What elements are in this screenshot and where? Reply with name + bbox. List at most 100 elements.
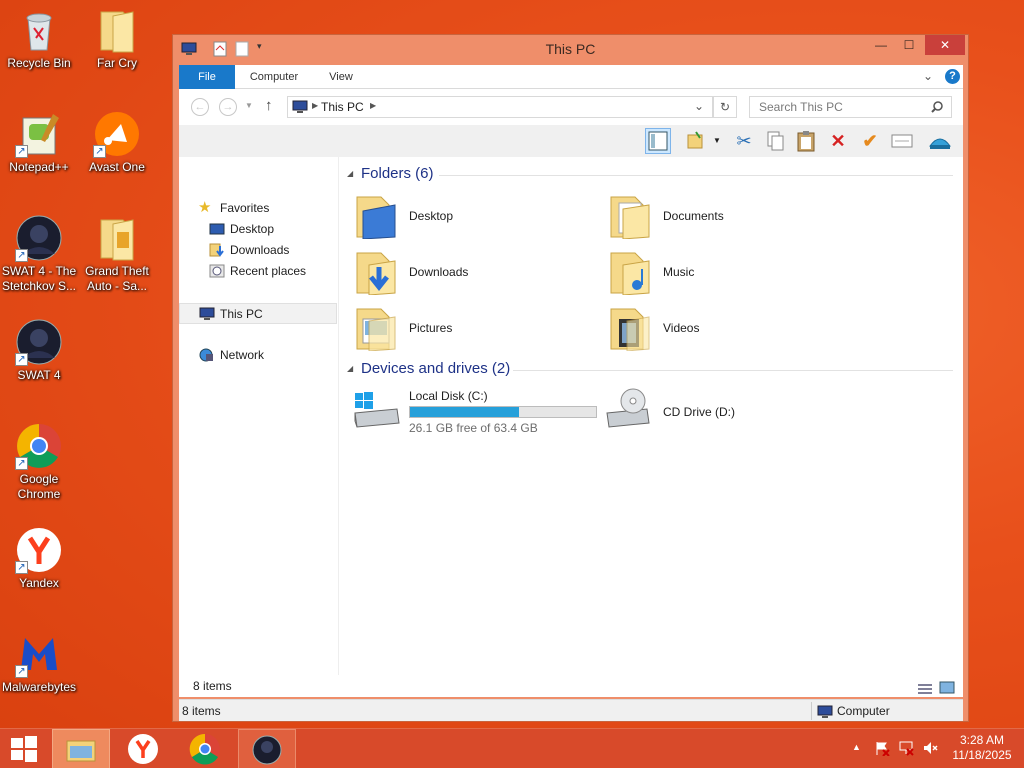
- desktop-icon-malwarebytes[interactable]: ↗ Malwarebytes: [0, 630, 78, 695]
- desktop-icon-label: Google Chrome: [17, 472, 61, 501]
- show-hidden-icons-icon[interactable]: ▲: [852, 742, 861, 752]
- shortcut-arrow-icon: ↗: [15, 353, 28, 366]
- desktop-icon-label: Avast One: [89, 160, 145, 174]
- devices-group-header[interactable]: ◢ Devices and drives (2): [339, 360, 959, 380]
- recent-locations-icon[interactable]: ▼: [245, 101, 253, 110]
- nav-item-label: Recent places: [230, 264, 307, 278]
- tab-computer[interactable]: Computer: [241, 65, 307, 89]
- folder-item-pictures[interactable]: Pictures: [345, 303, 585, 353]
- large-icons-view-icon[interactable]: [939, 679, 955, 701]
- desktop-icon-recycle-bin[interactable]: Recycle Bin: [0, 6, 78, 71]
- desktop-icon-swat4-stetchkov[interactable]: ↗ SWAT 4 - The Stetchkov S...: [0, 214, 78, 294]
- tab-view[interactable]: View: [313, 65, 369, 89]
- file-explorer-icon: [66, 740, 96, 762]
- desktop-icon-swat4[interactable]: ↗ SWAT 4: [0, 318, 78, 383]
- taskbar-swat4[interactable]: [238, 729, 296, 768]
- desktop-icon-label: SWAT 4: [17, 368, 61, 382]
- folder-item-music[interactable]: Music: [599, 247, 839, 297]
- drive-label: CD Drive (D:): [663, 405, 735, 419]
- breadcrumb-separator-icon[interactable]: ▶: [370, 101, 376, 110]
- folder-label: Music: [663, 265, 695, 279]
- folder-item-downloads[interactable]: Downloads: [345, 247, 585, 297]
- desktop-icon-avast-one[interactable]: ↗ Avast One: [78, 110, 156, 175]
- copy-icon[interactable]: [763, 128, 789, 154]
- drive-item-cd-drive-d[interactable]: CD Drive (D:): [599, 385, 839, 435]
- drive-item-local-disk-c[interactable]: Local Disk (C:) 26.1 GB free of 63.4 GB: [345, 385, 605, 435]
- taskbar: ▲ 3:28 AM 11/18/2025: [0, 728, 1024, 768]
- chevron-down-icon[interactable]: ▼: [713, 136, 721, 145]
- computer-small-icon: [817, 704, 833, 726]
- chevron-down-icon[interactable]: ⌄: [923, 69, 933, 83]
- shortcut-arrow-icon: ↗: [15, 665, 28, 678]
- help-icon[interactable]: ?: [945, 69, 960, 84]
- folder-label: Desktop: [409, 209, 454, 223]
- explorer-window: ▾ This PC — ☐ ✕ File Computer View ⌄ ? ←…: [172, 34, 969, 722]
- title-bar[interactable]: ▾ This PC — ☐ ✕: [173, 35, 968, 64]
- desktop-icon-google-chrome[interactable]: ↗ Google Chrome: [0, 422, 78, 502]
- avast-icon: ↗: [93, 110, 141, 158]
- recent-places-icon: [209, 264, 225, 278]
- folder-item-desktop[interactable]: Desktop: [345, 191, 585, 241]
- drive-usage-fill: [410, 407, 520, 417]
- checkmark-icon[interactable]: ✔: [857, 128, 883, 154]
- back-button[interactable]: ←: [191, 98, 209, 116]
- desktop-icon-label: SWAT 4 - The Stetchkov S...: [1, 264, 77, 293]
- shortcut-arrow-icon: ↗: [15, 561, 28, 574]
- forward-button[interactable]: →: [219, 98, 237, 116]
- documents-folder-icon: [609, 193, 651, 240]
- search-icon[interactable]: [931, 101, 943, 116]
- desktop-icon-notepad-plus-plus[interactable]: ↗ Notepad++: [0, 110, 78, 175]
- clock[interactable]: 3:28 AM 11/18/2025: [946, 733, 1018, 763]
- breadcrumb-separator-icon[interactable]: ▶: [312, 101, 318, 110]
- desktop-folder-icon: [355, 193, 397, 240]
- refresh-button[interactable]: ↻: [713, 96, 737, 118]
- desktop-icon-label: Recycle Bin: [7, 56, 71, 70]
- action-center-flag-icon[interactable]: [874, 740, 890, 759]
- nav-item-network[interactable]: Network: [179, 345, 337, 366]
- folders-group-title: Folders (6): [361, 165, 434, 182]
- folder-item-documents[interactable]: Documents: [599, 191, 839, 241]
- nav-item-this-pc[interactable]: This PC: [179, 303, 337, 324]
- desktop-icon-gta-sa[interactable]: Grand Theft Auto - Sa...: [78, 214, 156, 294]
- preview-pane-icon[interactable]: [645, 128, 671, 154]
- folder-item-videos[interactable]: Videos: [599, 303, 839, 353]
- rename-icon[interactable]: [889, 128, 915, 154]
- desktop-icon-yandex[interactable]: ↗ Yandex: [0, 526, 78, 591]
- cut-icon[interactable]: ✂: [731, 128, 757, 154]
- delete-icon[interactable]: ✕: [825, 128, 851, 154]
- navigation-pane: ★ Favorites Desktop Downloads Recent pla…: [179, 157, 339, 697]
- desktop-icon-label: Far Cry: [97, 56, 137, 70]
- nav-favorites-label: Favorites: [220, 201, 270, 215]
- nav-item-downloads[interactable]: Downloads: [179, 240, 337, 261]
- up-button[interactable]: ↑: [265, 97, 273, 114]
- nav-item-recent-places[interactable]: Recent places: [179, 261, 337, 282]
- share-icon[interactable]: [927, 128, 953, 154]
- chrome-icon: [189, 733, 220, 765]
- taskbar-yandex[interactable]: [114, 729, 172, 768]
- group-divider: [439, 175, 953, 176]
- nav-item-label: Network: [220, 348, 265, 362]
- maximize-button[interactable]: ☐: [895, 35, 923, 55]
- nav-item-desktop[interactable]: Desktop: [179, 219, 337, 240]
- taskbar-file-explorer[interactable]: [52, 729, 110, 768]
- paste-icon[interactable]: [793, 128, 819, 154]
- search-input[interactable]: Search This PC: [749, 96, 952, 118]
- minimize-button[interactable]: —: [867, 35, 895, 55]
- drive-usage-bar: [409, 406, 597, 418]
- local-disk-icon: [351, 387, 401, 433]
- network-status-icon[interactable]: [898, 740, 914, 759]
- item-count: 8 items: [193, 679, 232, 693]
- taskbar-chrome[interactable]: [176, 729, 234, 768]
- close-button[interactable]: ✕: [925, 35, 965, 55]
- desktop-icon-far-cry[interactable]: Far Cry: [78, 6, 156, 71]
- chevron-down-icon[interactable]: ⌄: [694, 99, 704, 113]
- tab-file[interactable]: File: [179, 65, 235, 89]
- desktop-icon-label: Grand Theft Auto - Sa...: [85, 264, 149, 293]
- start-button[interactable]: [0, 729, 48, 768]
- breadcrumb-this-pc[interactable]: This PC: [321, 100, 364, 114]
- volume-muted-icon[interactable]: [922, 740, 938, 759]
- folder-options-icon[interactable]: [683, 128, 709, 154]
- address-bar[interactable]: ▶ This PC ▶ ⌄: [287, 96, 713, 118]
- folders-group-header[interactable]: ◢ Folders (6): [339, 165, 959, 185]
- nav-favorites[interactable]: ★ Favorites: [179, 198, 337, 219]
